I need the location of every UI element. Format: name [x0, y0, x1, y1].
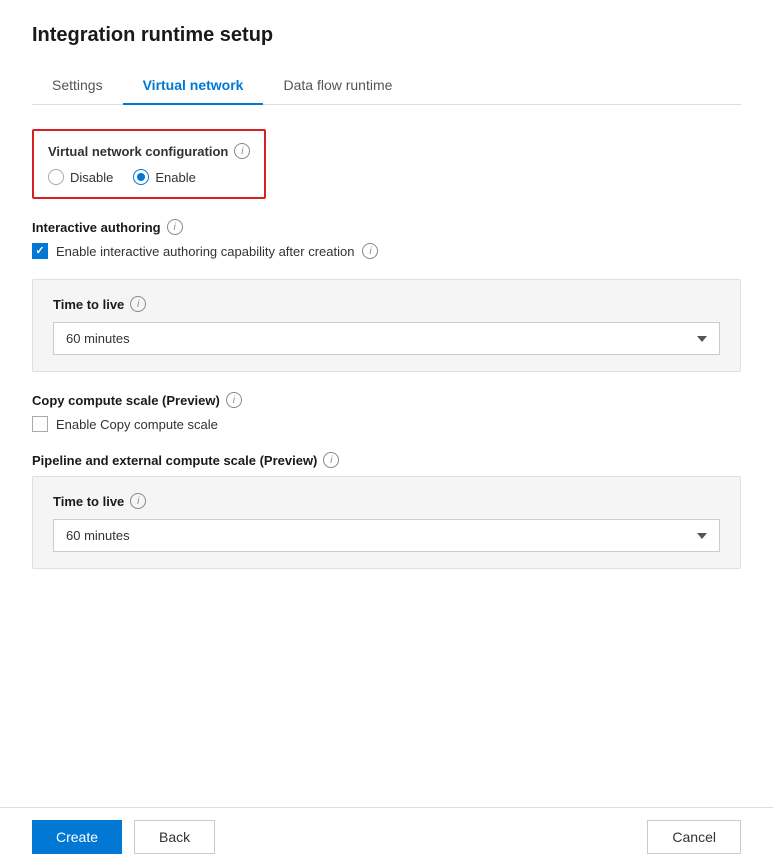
bottom-bar: Create Back Cancel [0, 807, 773, 866]
radio-enable[interactable]: Enable [133, 169, 195, 185]
vnet-config-label: Virtual network configuration i [48, 143, 250, 159]
pipeline-external-section: Pipeline and external compute scale (Pre… [32, 452, 741, 569]
radio-enable-indicator [133, 169, 149, 185]
time-to-live-1-box: Time to live i 60 minutes [32, 279, 741, 372]
tabs-container: Settings Virtual network Data flow runti… [32, 67, 741, 105]
time-to-live-2-dropdown-value: 60 minutes [66, 528, 130, 543]
copy-compute-info-icon[interactable]: i [226, 392, 242, 408]
time-to-live-1-info-icon[interactable]: i [130, 296, 146, 312]
interactive-authoring-checkbox-row[interactable]: Enable interactive authoring capability … [32, 243, 741, 259]
tab-settings[interactable]: Settings [32, 67, 123, 105]
copy-compute-checkbox-label: Enable Copy compute scale [56, 417, 218, 432]
bottom-left-buttons: Create Back [32, 820, 215, 854]
time-to-live-2-chevron-down-icon [697, 533, 707, 539]
copy-compute-checkbox-row[interactable]: Enable Copy compute scale [32, 416, 741, 432]
interactive-authoring-label-row: Interactive authoring i [32, 219, 741, 235]
pipeline-external-info-icon[interactable]: i [323, 452, 339, 468]
time-to-live-1-label-row: Time to live i [53, 296, 720, 312]
time-to-live-2-box: Time to live i 60 minutes [32, 476, 741, 569]
back-button[interactable]: Back [134, 820, 215, 854]
radio-disable[interactable]: Disable [48, 169, 113, 185]
vnet-config-box: Virtual network configuration i Disable … [32, 129, 266, 199]
tab-data-flow-runtime[interactable]: Data flow runtime [263, 67, 412, 105]
time-to-live-1-dropdown-value: 60 minutes [66, 331, 130, 346]
cancel-button[interactable]: Cancel [647, 820, 741, 854]
time-to-live-1-label-text: Time to live [53, 297, 124, 312]
time-to-live-2-label-text: Time to live [53, 494, 124, 509]
vnet-config-label-text: Virtual network configuration [48, 144, 228, 159]
copy-compute-label-text: Copy compute scale (Preview) [32, 393, 220, 408]
time-to-live-1-chevron-down-icon [697, 336, 707, 342]
page-title: Integration runtime setup [32, 24, 741, 47]
radio-disable-indicator [48, 169, 64, 185]
interactive-authoring-label-text: Interactive authoring [32, 220, 161, 235]
pipeline-external-label-row: Pipeline and external compute scale (Pre… [32, 452, 741, 468]
interactive-authoring-info-icon[interactable]: i [167, 219, 183, 235]
copy-compute-label-row: Copy compute scale (Preview) i [32, 392, 741, 408]
copy-compute-checkbox[interactable] [32, 416, 48, 432]
pipeline-external-label-text: Pipeline and external compute scale (Pre… [32, 453, 317, 468]
vnet-radio-group: Disable Enable [48, 169, 250, 185]
vnet-config-info-icon[interactable]: i [234, 143, 250, 159]
create-button[interactable]: Create [32, 820, 122, 854]
interactive-authoring-checkbox-label: Enable interactive authoring capability … [56, 244, 354, 259]
time-to-live-2-info-icon[interactable]: i [130, 493, 146, 509]
time-to-live-2-dropdown[interactable]: 60 minutes [53, 519, 720, 552]
time-to-live-1-dropdown[interactable]: 60 minutes [53, 322, 720, 355]
copy-compute-section: Copy compute scale (Preview) i Enable Co… [32, 392, 741, 432]
radio-disable-label: Disable [70, 170, 113, 185]
radio-enable-label: Enable [155, 170, 195, 185]
time-to-live-2-label-row: Time to live i [53, 493, 720, 509]
tab-virtual-network[interactable]: Virtual network [123, 67, 264, 105]
interactive-authoring-checkbox-info-icon[interactable]: i [362, 243, 378, 259]
interactive-authoring-checkbox[interactable] [32, 243, 48, 259]
interactive-authoring-section: Interactive authoring i Enable interacti… [32, 219, 741, 259]
